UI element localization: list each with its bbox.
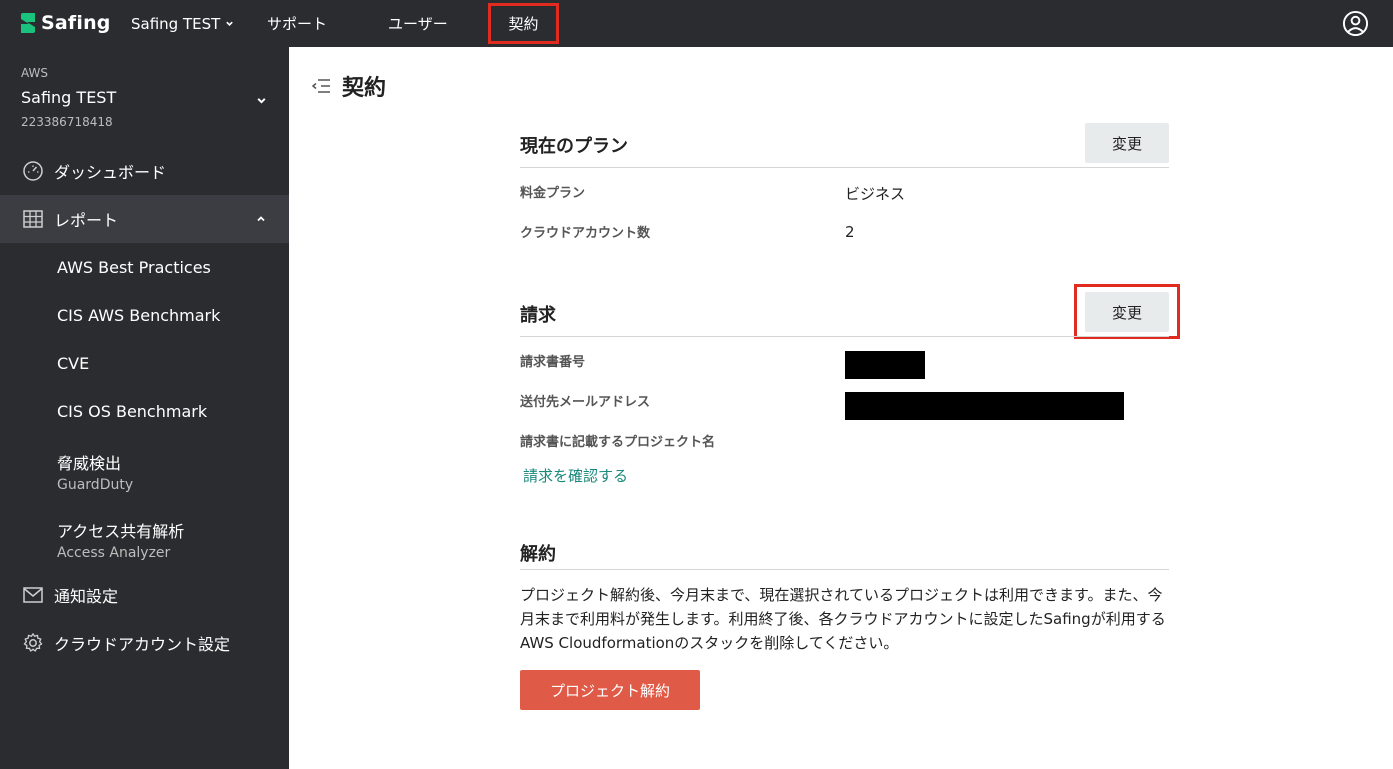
sidebar-report-cis-os-benchmark[interactable]: CIS OS Benchmark <box>57 402 207 421</box>
sidebar-report-label: AWS Best Practices <box>57 258 211 277</box>
section-divider <box>520 167 1169 168</box>
sidebar-report-access-analyzer[interactable]: アクセス共有解析 Access Analyzer <box>57 518 184 561</box>
nav-users-label: ユーザー <box>388 15 448 33</box>
sidebar-item-dashboard[interactable]: ダッシュボード <box>0 147 289 195</box>
sidebar-item-label: レポート <box>54 211 119 230</box>
sidebar-report-label: CVE <box>57 354 90 373</box>
page-header: 契約 <box>311 70 386 102</box>
logo-text: Safing <box>41 12 111 34</box>
project-cloud-label: AWS <box>21 66 49 80</box>
sidebar-report-label: CIS AWS Benchmark <box>57 306 221 325</box>
chevron-down-icon <box>226 21 234 26</box>
sidebar-report-label: CIS OS Benchmark <box>57 402 208 421</box>
safing-logo-mark-icon <box>21 13 35 33</box>
project-id: 223386718418 <box>21 115 113 129</box>
sidebar-item-reports[interactable]: レポート <box>0 195 289 243</box>
invoice-project-name-label: 請求書に記載するプロジェクト名 <box>520 435 716 450</box>
billing-title: 請求 <box>520 305 556 326</box>
sidebar-item-notifications[interactable]: 通知設定 <box>0 571 289 619</box>
sidebar-report-cis-aws-benchmark[interactable]: CIS AWS Benchmark <box>57 306 220 325</box>
nav-contract-label: 契約 <box>508 15 539 33</box>
sidebar-report-label: アクセス共有解析 <box>57 522 185 541</box>
project-selector-label: Safing TEST <box>131 14 221 33</box>
safing-logo[interactable]: Safing <box>20 10 111 36</box>
gear-icon <box>23 633 43 652</box>
cancel-project-button[interactable]: プロジェクト解約 <box>520 670 700 710</box>
sidebar-report-label: 脅威検出 <box>57 454 122 473</box>
sidebar-report-sublabel: Access Analyzer <box>57 545 171 561</box>
chevron-down-icon <box>257 98 266 104</box>
cancel-description: プロジェクト解約後、今月末まで、現在選択されているプロジェクトは利用できます。ま… <box>520 586 1166 652</box>
chevron-up-icon <box>257 216 265 222</box>
billing-email-label: 送付先メールアドレス <box>520 395 651 410</box>
view-billing-link[interactable]: 請求を確認する <box>523 465 628 486</box>
project-selector[interactable]: Safing TEST <box>131 0 234 47</box>
highlight-box <box>1074 284 1180 339</box>
sidebar-report-cve[interactable]: CVE <box>57 354 89 373</box>
cloud-account-count-value: 2 <box>845 223 855 241</box>
sidebar-report-guardduty[interactable]: 脅威検出 GuardDuty <box>57 450 133 493</box>
mail-icon <box>23 587 43 603</box>
nav-support-label: サポート <box>267 15 328 33</box>
plan-value: ビジネス <box>845 185 906 203</box>
sidebar-item-label: ダッシュボード <box>54 163 167 182</box>
invoice-number-label: 請求書番号 <box>520 355 586 370</box>
collapse-sidebar-icon[interactable] <box>311 77 331 95</box>
section-divider <box>520 336 1169 337</box>
nav-support[interactable]: サポート <box>267 0 327 47</box>
sidebar-report-aws-best-practices[interactable]: AWS Best Practices <box>57 258 211 277</box>
sidebar: AWS Safing TEST 223386718418 ダッシュボード レポー… <box>0 47 289 769</box>
plan-label: 料金プラン <box>520 186 586 201</box>
grid-icon <box>23 210 43 228</box>
top-navigation-bar: Safing Safing TEST サポート ユーザー 契約 <box>0 0 1393 47</box>
sidebar-item-label: 通知設定 <box>54 587 119 606</box>
sidebar-item-cloud-account-settings[interactable]: クラウドアカウント設定 <box>0 619 289 667</box>
page-title: 契約 <box>342 76 387 101</box>
section-divider <box>520 569 1169 570</box>
change-plan-button[interactable]: 変更 <box>1085 123 1169 163</box>
cancel-title: 解約 <box>520 544 556 565</box>
sidebar-report-sublabel: GuardDuty <box>57 477 134 493</box>
gauge-icon <box>23 161 43 181</box>
current-plan-title: 現在のプラン <box>520 136 628 157</box>
project-name: Safing TEST <box>21 88 117 107</box>
user-circle-icon[interactable] <box>1342 10 1369 37</box>
invoice-number-redacted <box>845 351 925 379</box>
billing-email-redacted <box>845 392 1124 420</box>
sidebar-item-label: クラウドアカウント設定 <box>54 635 231 654</box>
nav-contract[interactable]: 契約 <box>488 3 559 44</box>
nav-users[interactable]: ユーザー <box>388 0 448 47</box>
cloud-account-count-label: クラウドアカウント数 <box>520 226 651 241</box>
